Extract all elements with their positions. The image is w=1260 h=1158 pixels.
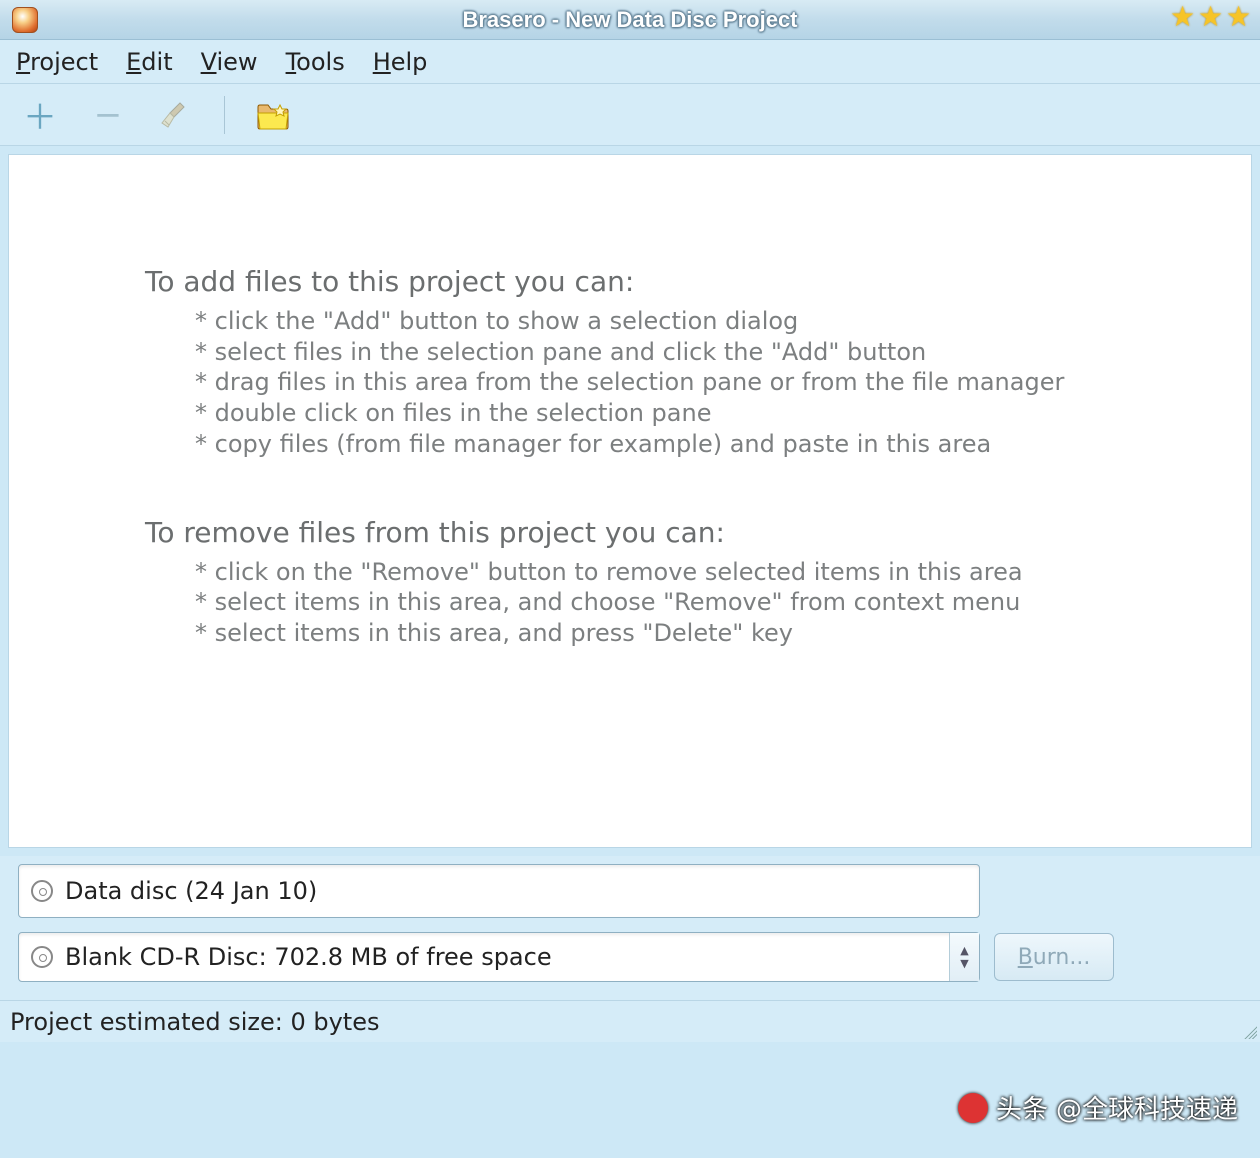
toolbar-separator [224,96,225,134]
star-icon: ★ [1170,4,1196,30]
menu-edit[interactable]: Edit [126,48,172,76]
folder-star-icon [255,99,291,131]
statusbar: Project estimated size: 0 bytes [0,1000,1260,1042]
clear-button[interactable] [156,95,196,135]
disc-icon [31,880,53,902]
plus-icon: ＋ [23,90,57,139]
disc-name-input[interactable]: Data disc (24 Jan 10) [18,864,980,918]
help-add-heading: To add files to this project you can: [145,265,1251,298]
menubar: Project Edit View Tools Help [0,40,1260,84]
bottom-panel: Data disc (24 Jan 10) Blank CD-R Disc: 7… [0,856,1260,1000]
watermark-icon [958,1093,988,1123]
menu-project-rest: roject [30,48,98,76]
help-remove-item: click on the "Remove" button to remove s… [195,557,1251,588]
help-remove-heading: To remove files from this project you ca… [145,516,1251,549]
watermark: 头条 @全球科技速递 [958,1089,1238,1126]
star-icon: ★ [1226,4,1252,30]
help-add-item: copy files (from file manager for exampl… [195,429,1251,460]
help-add-item: click the "Add" button to show a selecti… [195,306,1251,337]
file-drop-area[interactable]: To add files to this project you can: cl… [8,154,1252,848]
star-icon: ★ [1198,4,1224,30]
app-icon [12,7,38,33]
minus-icon: − [94,95,123,135]
window-title: Brasero - New Data Disc Project [0,7,1260,33]
help-add-item: double click on files in the selection p… [195,398,1251,429]
new-folder-button[interactable] [253,95,293,135]
broom-icon [160,99,192,131]
help-add-item: select files in the selection pane and c… [195,337,1251,368]
help-remove-item: select items in this area, and press "De… [195,618,1251,649]
help-add-list: click the "Add" button to show a selecti… [195,306,1251,460]
burn-button[interactable]: Burn... [994,933,1114,981]
menu-view[interactable]: View [201,48,258,76]
menu-project[interactable]: Project [16,48,98,76]
watermark-label2: @全球科技速递 [1056,1089,1238,1126]
help-remove-item: select items in this area, and choose "R… [195,587,1251,618]
resize-grip-icon[interactable] [1241,1023,1257,1039]
menu-help[interactable]: Help [373,48,428,76]
remove-button[interactable]: − [88,95,128,135]
status-text: Project estimated size: 0 bytes [10,1008,379,1036]
help-remove-list: click on the "Remove" button to remove s… [195,557,1251,649]
window-stars: ★ ★ ★ [1170,4,1252,30]
watermark-label1: 头条 [996,1089,1048,1126]
chevron-updown-icon[interactable]: ▲▼ [949,933,979,981]
help-add-item: drag files in this area from the selecti… [195,367,1251,398]
titlebar: Brasero - New Data Disc Project ★ ★ ★ [0,0,1260,40]
target-disc-value: Blank CD-R Disc: 702.8 MB of free space [65,943,552,971]
target-disc-select[interactable]: Blank CD-R Disc: 702.8 MB of free space … [18,932,980,982]
disc-icon [31,946,53,968]
add-button[interactable]: ＋ [20,95,60,135]
toolbar: ＋ − [0,84,1260,146]
disc-name-value: Data disc (24 Jan 10) [65,877,317,905]
menu-tools[interactable]: Tools [286,48,345,76]
